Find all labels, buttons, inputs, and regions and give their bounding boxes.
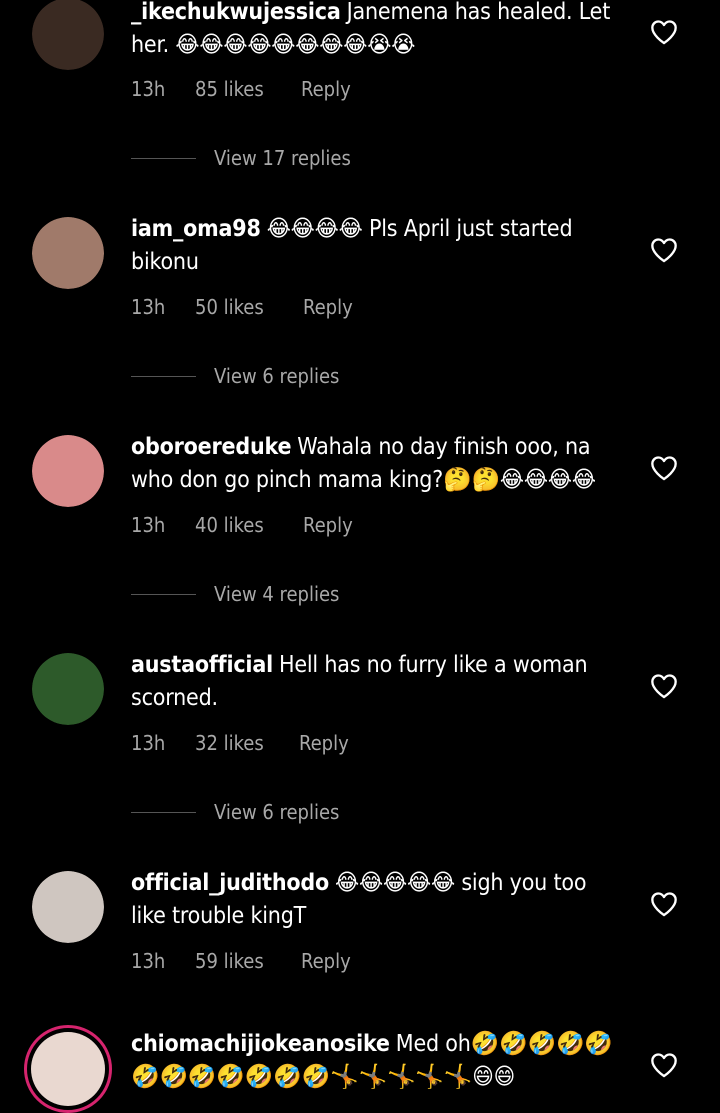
heart-icon[interactable] (650, 455, 678, 481)
avatar-image (32, 0, 104, 70)
view-replies-label[interactable]: View 6 replies (214, 797, 339, 827)
comment-username[interactable]: iam_oma98 (131, 216, 261, 242)
comment-body: oboroereduke Wahala no day finish ooo, na… (131, 431, 621, 497)
comment-body: official_judithodo 😂😂😂😂😂 sigh you too lik… (131, 867, 621, 933)
avatar-image (32, 217, 104, 289)
reply-button[interactable]: Reply (301, 946, 351, 976)
comment-body: austaofficial Hell has no furry like a wo… (131, 649, 621, 715)
avatar-image (32, 653, 104, 725)
divider-line (131, 594, 196, 595)
view-replies-label[interactable]: View 4 replies (214, 579, 339, 609)
heart-icon[interactable] (650, 891, 678, 917)
comment-time: 13h (131, 731, 166, 755)
comment-body: _ikechukwujessica Janemena has healed. Le… (131, 0, 621, 62)
comment-likes[interactable]: 59 likes (195, 946, 264, 976)
comment-username[interactable]: oboroereduke (131, 434, 291, 460)
comment-body: iam_oma98 😂😂😂😂 Pls April just started bik… (131, 213, 621, 279)
avatar-image (31, 1032, 105, 1106)
comment-likes[interactable]: 40 likes (195, 510, 264, 540)
avatar[interactable] (32, 0, 104, 70)
heart-icon[interactable] (650, 237, 678, 263)
comment-username[interactable]: chiomachijiokeanosike (131, 1031, 390, 1057)
avatar[interactable] (32, 217, 104, 289)
reply-button[interactable]: Reply (303, 292, 353, 322)
reply-button[interactable]: Reply (299, 728, 349, 758)
heart-icon[interactable] (650, 19, 678, 45)
comment-likes[interactable]: 32 likes (195, 728, 264, 758)
reply-button[interactable]: Reply (301, 74, 351, 104)
comment-username[interactable]: austaofficial (131, 652, 273, 678)
view-replies-label[interactable]: View 17 replies (214, 143, 351, 173)
view-replies-label[interactable]: View 6 replies (214, 361, 339, 391)
comment-time: 13h (131, 949, 166, 973)
avatar-image (32, 871, 104, 943)
comment-username[interactable]: official_judithodo (131, 870, 329, 896)
comment-time: 13h (131, 295, 166, 319)
avatar[interactable] (32, 653, 104, 725)
comment-time: 13h (131, 513, 166, 537)
reply-button[interactable]: Reply (303, 510, 353, 540)
comment-likes[interactable]: 85 likes (195, 74, 264, 104)
avatar-image (32, 435, 104, 507)
comment-likes[interactable]: 50 likes (195, 292, 264, 322)
comment-username[interactable]: _ikechukwujessica (131, 0, 341, 25)
heart-icon[interactable] (650, 673, 678, 699)
comment-time: 13h (131, 77, 166, 101)
comment-body: chiomachijiokeanosike Med oh🤣🤣🤣🤣🤣🤣🤣🤣🤣🤣🤣🤣🤸… (131, 1028, 621, 1094)
avatar[interactable] (32, 871, 104, 943)
avatar-story-ring[interactable] (24, 1025, 112, 1113)
divider-line (131, 812, 196, 813)
heart-icon[interactable] (650, 1052, 678, 1078)
divider-line (131, 158, 196, 159)
avatar[interactable] (32, 435, 104, 507)
divider-line (131, 376, 196, 377)
